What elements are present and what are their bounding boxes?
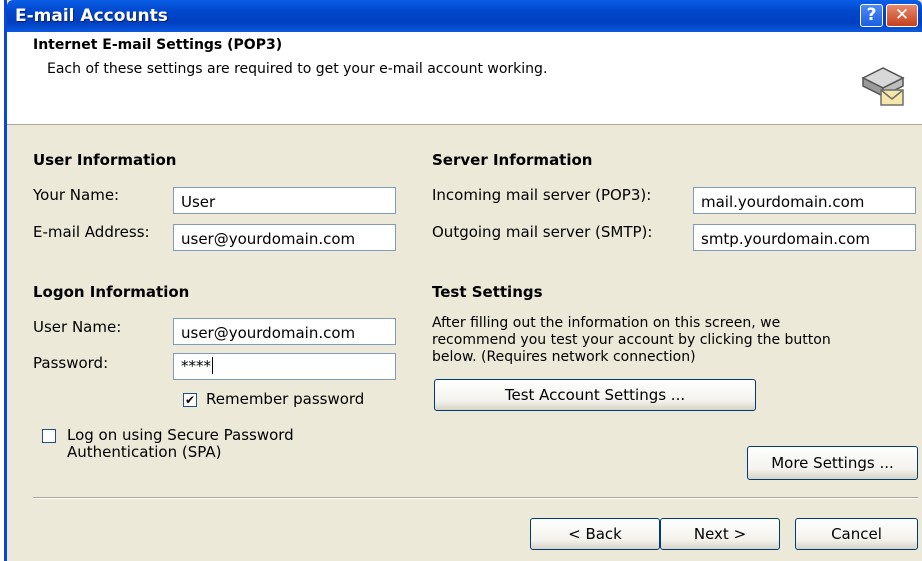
spa-label-line2[interactable]: Authentication (SPA) (67, 443, 221, 461)
outgoing-server-label: Outgoing mail server (SMTP): (432, 223, 653, 241)
logon-info-heading: Logon Information (33, 283, 190, 301)
title-bar[interactable]: E-mail Accounts ? ✕ (7, 0, 922, 32)
cancel-button[interactable]: Cancel (795, 518, 918, 550)
footer-separator (33, 497, 918, 499)
spa-checkbox[interactable] (42, 429, 56, 443)
test-settings-line1: After filling out the information on thi… (432, 315, 781, 331)
window-title: E-mail Accounts (15, 6, 168, 26)
incoming-server-field[interactable]: mail.yourdomain.com (693, 187, 916, 214)
password-value: **** (181, 357, 211, 375)
server-info-heading: Server Information (432, 151, 593, 169)
next-button[interactable]: Next > (660, 518, 780, 550)
help-button[interactable]: ? (860, 4, 883, 27)
email-address-label: E-mail Address: (33, 223, 150, 241)
test-settings-line2: recommend you test your account by click… (432, 332, 831, 348)
user-info-heading: User Information (33, 151, 177, 169)
incoming-server-label: Incoming mail server (POP3): (432, 186, 652, 204)
close-button[interactable]: ✕ (886, 4, 918, 27)
mail-server-icon (861, 67, 905, 106)
your-name-label: Your Name: (33, 186, 120, 204)
test-settings-line3: below. (Requires network connection) (432, 349, 696, 365)
more-settings-button[interactable]: More Settings ... (747, 446, 918, 480)
back-button[interactable]: < Back (530, 518, 660, 550)
remember-password-label[interactable]: Remember password (206, 390, 364, 408)
text-caret (212, 357, 213, 374)
password-label: Password: (33, 354, 109, 372)
test-settings-heading: Test Settings (432, 283, 543, 301)
user-name-field[interactable]: user@yourdomain.com (173, 318, 396, 345)
spa-label-line1[interactable]: Log on using Secure Password (67, 426, 294, 444)
email-accounts-window: E-mail Accounts ? ✕ Internet E-mail Sett… (4, 0, 922, 561)
test-account-settings-button[interactable]: Test Account Settings ... (434, 379, 756, 411)
remember-password-checkbox[interactable]: ✔ (183, 393, 197, 407)
user-name-label: User Name: (33, 318, 122, 336)
header-subtitle: Each of these settings are required to g… (47, 61, 548, 77)
your-name-field[interactable]: User (173, 187, 396, 214)
email-address-field[interactable]: user@yourdomain.com (173, 224, 396, 251)
header-title: Internet E-mail Settings (POP3) (33, 37, 283, 53)
password-field[interactable]: **** (173, 353, 396, 380)
outgoing-server-field[interactable]: smtp.yourdomain.com (693, 224, 916, 251)
